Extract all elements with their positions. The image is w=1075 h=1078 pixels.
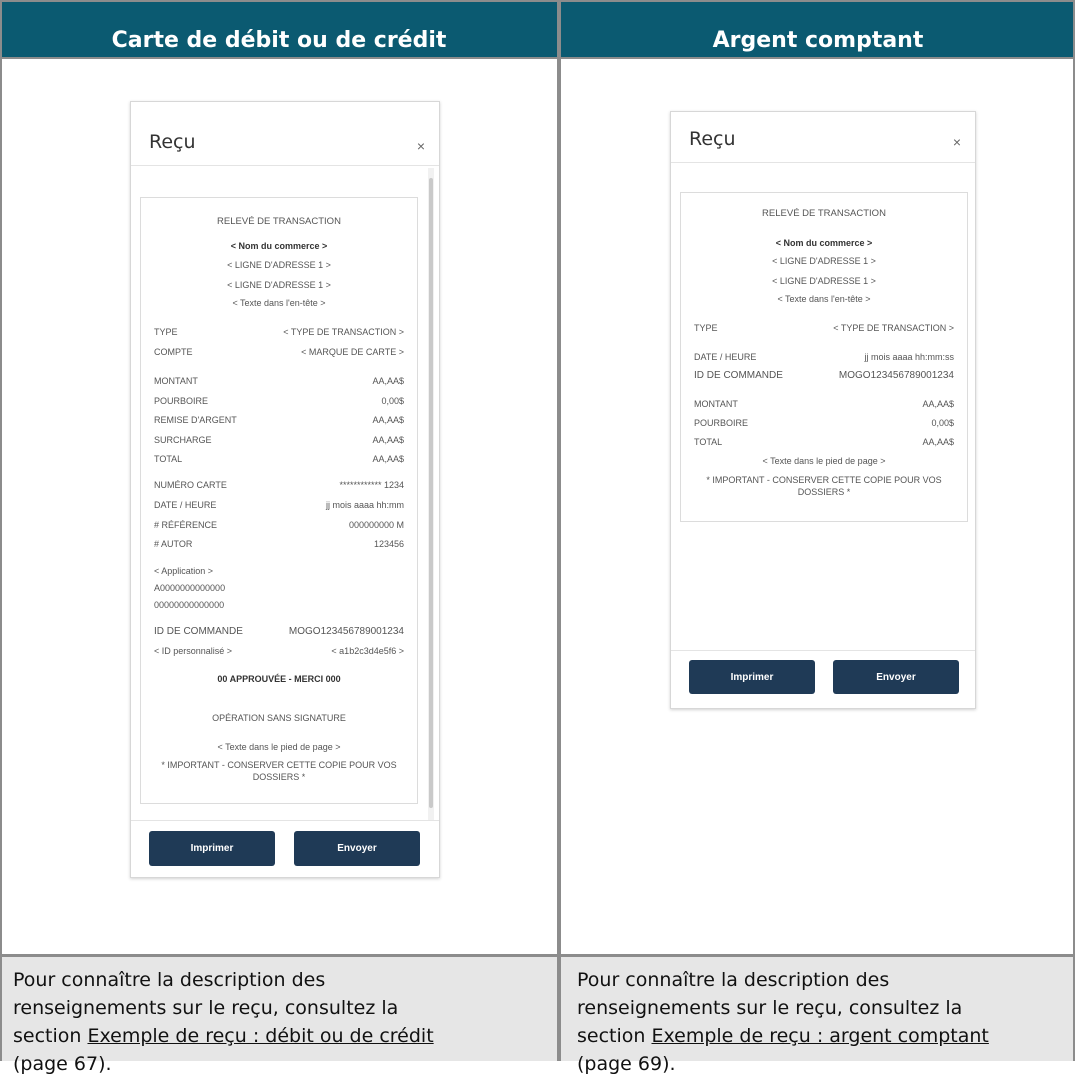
border-header-bottom — [0, 57, 1075, 59]
modal-title: Reçu — [149, 131, 196, 153]
row-value: AA,AA$ — [372, 415, 404, 425]
footer-card-line1: Pour connaître la description des — [13, 969, 326, 991]
modal-footer-divider — [671, 650, 975, 651]
address-line-1: < LIGNE D'ADRESSE 1 > — [227, 260, 331, 270]
custom-id-value: < a1b2c3d4e5f6 > — [331, 646, 404, 656]
row-value: 000000000 M — [348, 520, 404, 530]
row-label: REMISE D'ARGENT — [154, 415, 237, 425]
border-footer-top — [0, 954, 1075, 957]
row-value: ************ 1234 — [339, 480, 404, 490]
modal-title: Reçu — [689, 128, 736, 150]
footer-card-line3: section Exemple de reçu : débit ou de cr… — [13, 1022, 552, 1050]
row-label: ID DE COMMANDE — [694, 370, 783, 381]
footer-cash: Pour connaître la description des rensei… — [561, 956, 1075, 1075]
footer-cash-prefix: section — [577, 1025, 652, 1047]
row-value: 0,00$ — [381, 396, 404, 406]
receipt-modal-card: Reçu × RELEVÉ DE TRANSACTION < Nom du co… — [130, 101, 440, 878]
footer-cash-line1: Pour connaître la description des — [577, 969, 890, 991]
footer-card-line2: renseignements sur le reçu, consultez la — [13, 997, 399, 1019]
order-id-value: MOGO123456789001234 — [288, 626, 404, 637]
application-text: < Application > — [154, 566, 214, 576]
receipt-body: RELEVÉ DE TRANSACTION < Nom du commerce … — [140, 197, 418, 804]
row-value: AA,AA$ — [372, 454, 404, 464]
footer-cash-line2: renseignements sur le reçu, consultez la — [577, 997, 963, 1019]
row-value: < TYPE DE TRANSACTION > — [283, 327, 404, 337]
scrollbar-thumb[interactable] — [429, 178, 433, 808]
border-top — [0, 0, 1075, 2]
row-label: POURBOIRE — [694, 418, 749, 428]
row-value: < MARQUE DE CARTE > — [301, 347, 404, 357]
address-line-1: < LIGNE D'ADRESSE 1 > — [772, 256, 876, 266]
row-label: TOTAL — [154, 454, 183, 464]
important-line-2: DOSSIERS * — [252, 772, 306, 782]
row-label: NUMÉRO CARTE — [154, 480, 227, 490]
receipt-title: RELEVÉ DE TRANSACTION — [762, 208, 886, 219]
footer-text: < Texte dans le pied de page > — [217, 742, 341, 752]
close-icon[interactable]: × — [953, 134, 961, 150]
row-value: MOGO123456789001234 — [838, 370, 954, 381]
row-label: SURCHARGE — [154, 435, 212, 445]
footer-card: Pour connaître la description des rensei… — [0, 956, 558, 1075]
row-label: # AUTOR — [154, 539, 193, 549]
modal-header-divider — [671, 162, 975, 163]
row-value: 0,00$ — [931, 418, 954, 428]
print-button[interactable]: Imprimer — [149, 831, 275, 866]
send-button[interactable]: Envoyer — [833, 660, 959, 694]
row-value: < TYPE DE TRANSACTION > — [833, 323, 954, 333]
header-cash: Argent comptant — [561, 0, 1075, 58]
footer-cash-link[interactable]: Exemple de reçu : argent comptant — [651, 1025, 988, 1047]
order-id-label: ID DE COMMANDE — [154, 626, 243, 637]
send-button[interactable]: Envoyer — [294, 831, 420, 866]
footer-cash-line3: section Exemple de reçu : argent comptan… — [577, 1022, 1069, 1050]
modal-header-divider — [131, 165, 439, 166]
comparison-table: Carte de débit ou de crédit Argent compt… — [0, 0, 1075, 1075]
important-line-1: * IMPORTANT - CONSERVER CETTE COPIE POUR… — [161, 760, 397, 770]
row-label: TOTAL — [694, 437, 723, 447]
row-label: DATE / HEURE — [694, 352, 757, 362]
row-label: MONTANT — [694, 399, 738, 409]
footer-card-line4: (page 67). — [13, 1053, 112, 1075]
header-card: Carte de débit ou de crédit — [0, 0, 558, 58]
print-button[interactable]: Imprimer — [689, 660, 815, 694]
row-label: MONTANT — [154, 376, 198, 386]
header-text: < Texte dans l'en-tête > — [232, 298, 326, 308]
approval-message: 00 APPROUVÉE - MERCI 000 — [217, 674, 341, 684]
border-left — [0, 0, 2, 1061]
row-label: DATE / HEURE — [154, 500, 217, 510]
row-value: jj mois aaaa hh:mm:ss — [864, 352, 954, 362]
footer-card-link[interactable]: Exemple de reçu : débit ou de crédit — [87, 1025, 433, 1047]
footer-card-prefix: section — [13, 1025, 88, 1047]
row-value: AA,AA$ — [922, 437, 954, 447]
row-label: # RÉFÉRENCE — [154, 520, 218, 530]
row-label: TYPE — [154, 327, 178, 337]
footer-cash-line4: (page 69). — [577, 1053, 676, 1075]
row-value: AA,AA$ — [372, 376, 404, 386]
aid-text-2: 00000000000000 — [154, 600, 225, 610]
address-line-2: < LIGNE D'ADRESSE 1 > — [227, 280, 331, 290]
modal-footer-divider — [131, 820, 439, 821]
receipt-modal-cash: Reçu × RELEVÉ DE TRANSACTION < Nom du co… — [670, 111, 976, 709]
row-value: AA,AA$ — [372, 435, 404, 445]
row-value: 123456 — [373, 539, 404, 549]
close-icon[interactable]: × — [417, 138, 425, 154]
receipt-body: RELEVÉ DE TRANSACTION < Nom du commerce … — [680, 192, 968, 522]
merchant-name: < Nom du commerce > — [230, 241, 328, 251]
receipt-title: RELEVÉ DE TRANSACTION — [217, 216, 341, 227]
footer-text: < Texte dans le pied de page > — [762, 456, 886, 466]
custom-id-label: < ID personnalisé > — [154, 646, 233, 656]
merchant-name: < Nom du commerce > — [775, 238, 873, 248]
row-label: POURBOIRE — [154, 396, 209, 406]
header-text: < Texte dans l'en-tête > — [777, 294, 871, 304]
row-label: COMPTE — [154, 347, 193, 357]
row-value: jj mois aaaa hh:mm — [325, 500, 404, 510]
row-value: AA,AA$ — [922, 399, 954, 409]
important-line-1: * IMPORTANT - CONSERVER CETTE COPIE POUR… — [706, 475, 942, 485]
important-line-2: DOSSIERS * — [797, 487, 851, 497]
row-label: TYPE — [694, 323, 718, 333]
no-signature-text: OPÉRATION SANS SIGNATURE — [212, 713, 346, 723]
address-line-2: < LIGNE D'ADRESSE 1 > — [772, 276, 876, 286]
aid-text-1: A0000000000000 — [154, 583, 226, 593]
border-middle — [557, 0, 561, 1061]
